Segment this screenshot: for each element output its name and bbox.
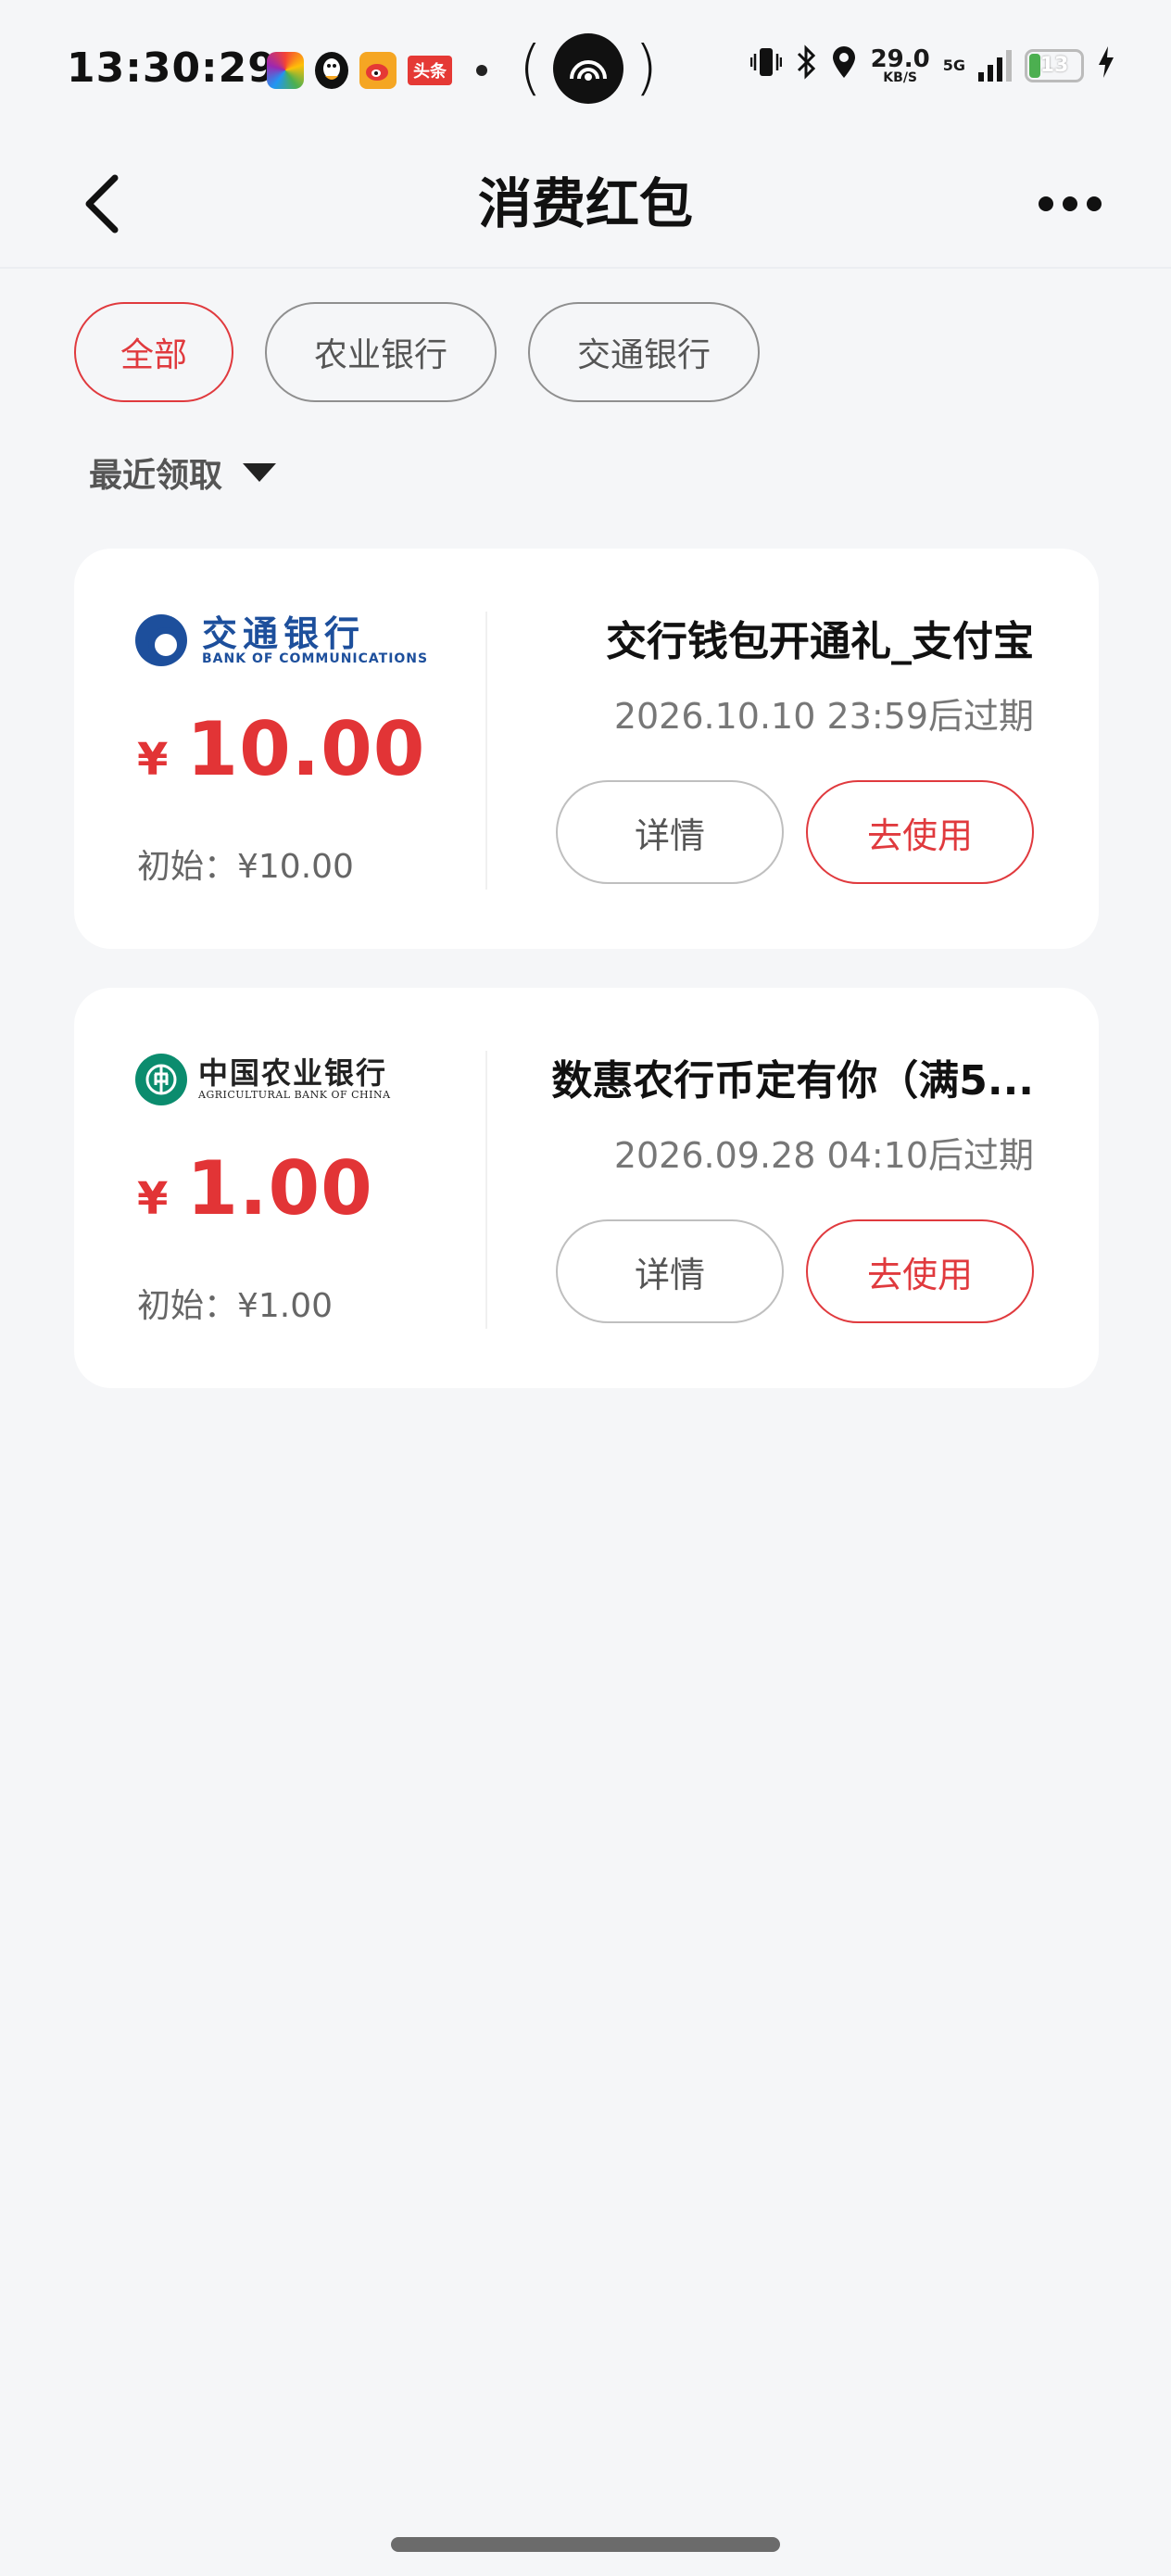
coupon-card: 中国农业银行 AGRICULTURAL BANK OF CHINA ¥ 1.00… — [74, 988, 1099, 1388]
sort-dropdown[interactable]: 最近领取 — [89, 448, 277, 497]
location-icon — [830, 44, 858, 86]
bank-logo-cn: 交通银行 — [202, 612, 366, 654]
bank-logo-en: BANK OF COMMUNICATIONS — [202, 650, 429, 666]
use-button[interactable]: 去使用 — [806, 1219, 1034, 1323]
home-indicator[interactable] — [391, 2537, 780, 2552]
nav-bar: 消费红包 — [0, 139, 1171, 269]
filter-chip-bocom[interactable]: 交通银行 — [528, 302, 760, 402]
page: 13:30:29 头条 ( ) 29.0 KB/S 5G 13 消费红包 全部 … — [0, 0, 1171, 2576]
paren-left: ( — [519, 34, 542, 103]
notification-icons: 头条 — [267, 52, 487, 89]
card-divider — [485, 1051, 487, 1329]
bank-logo-abc: 中国农业银行 AGRICULTURAL BANK OF CHINA — [135, 1047, 391, 1112]
currency-symbol: ¥ — [137, 734, 169, 786]
filter-chip-abc[interactable]: 农业银行 — [265, 302, 497, 402]
qq-icon — [315, 52, 348, 89]
hotspot-icon — [552, 33, 623, 104]
network-type: 5G — [942, 56, 965, 74]
paren-right: ) — [634, 34, 658, 103]
coupon-title: 数惠农行币定有你（满5... — [551, 1057, 1034, 1105]
initial-amount: 初始：¥1.00 — [137, 1287, 334, 1325]
coupon-card: 交通银行 BANK OF COMMUNICATIONS ¥ 10.00 初始：¥… — [74, 549, 1099, 949]
charging-icon — [1097, 44, 1115, 86]
net-speed: 29.0 KB/S — [870, 44, 930, 85]
card-divider — [485, 612, 487, 890]
bank-logo-en: AGRICULTURAL BANK OF CHINA — [198, 1089, 391, 1102]
coupon-expiry: 2026.10.10 23:59后过期 — [613, 696, 1034, 737]
currency-symbol: ¥ — [137, 1173, 169, 1225]
status-right: 29.0 KB/S 5G 13 — [749, 44, 1115, 86]
weibo-icon — [359, 52, 397, 89]
dynamic-island: ( ) — [519, 33, 658, 104]
use-button[interactable]: 去使用 — [806, 780, 1034, 884]
bluetooth-icon — [795, 44, 817, 86]
amount-value: 1.00 — [186, 1145, 373, 1231]
signal-icon — [978, 49, 1012, 82]
caret-down-icon — [243, 463, 277, 482]
initial-amount: 初始：¥10.00 — [137, 848, 354, 886]
bocom-logo-icon — [135, 614, 187, 666]
status-time: 13:30:29 — [67, 44, 277, 92]
vibrate-icon — [749, 44, 782, 86]
detail-button[interactable]: 详情 — [556, 1219, 784, 1323]
coupon-expiry: 2026.09.28 04:10后过期 — [613, 1135, 1034, 1176]
abc-logo-icon — [135, 1054, 187, 1105]
filter-chip-all[interactable]: 全部 — [74, 302, 233, 402]
detail-button[interactable]: 详情 — [556, 780, 784, 884]
coupon-amount: ¥ 10.00 — [137, 706, 425, 792]
coupon-amount: ¥ 1.00 — [137, 1145, 373, 1231]
more-button[interactable] — [1028, 167, 1112, 241]
toutiao-icon: 头条 — [408, 56, 452, 85]
amount-value: 10.00 — [186, 706, 426, 792]
coupon-title: 交行钱包开通礼_支付宝 — [606, 618, 1034, 665]
photos-icon — [267, 52, 304, 89]
more-notifications-dot — [476, 65, 487, 76]
status-bar: 13:30:29 头条 ( ) 29.0 KB/S 5G 13 — [0, 0, 1171, 139]
sort-label: 最近领取 — [89, 457, 223, 495]
page-title: 消费红包 — [477, 172, 693, 235]
bank-logo-cn: 中国农业银行 — [198, 1055, 388, 1092]
battery-icon: 13 — [1025, 48, 1084, 82]
bank-logo-bocom: 交通银行 BANK OF COMMUNICATIONS — [135, 608, 428, 673]
more-icon — [1039, 196, 1053, 211]
filter-chips: 全部 农业银行 交通银行 — [74, 302, 760, 402]
